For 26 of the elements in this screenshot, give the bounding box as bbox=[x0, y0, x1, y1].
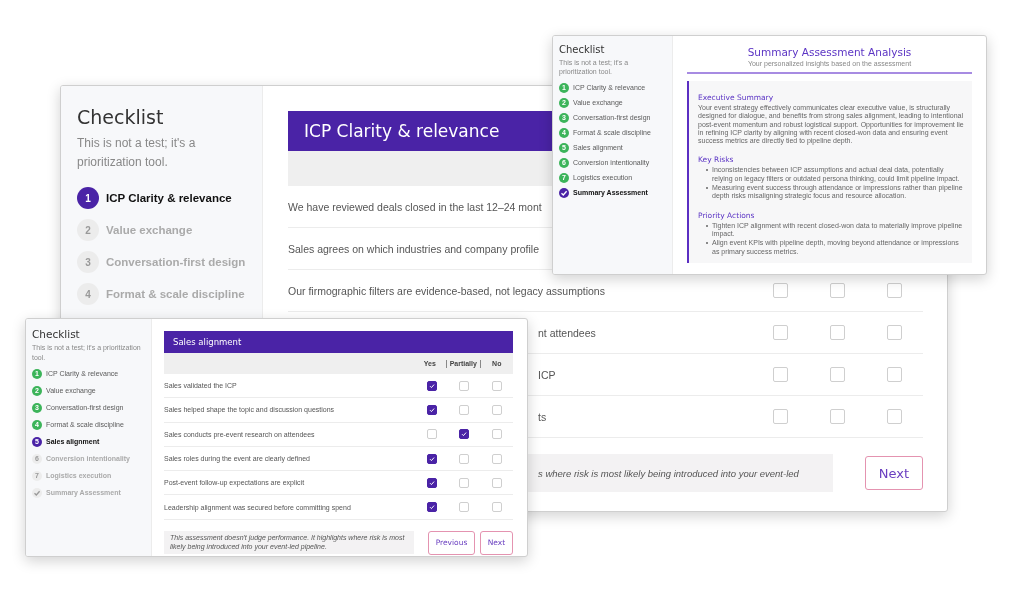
sidebar-title: Checklist bbox=[559, 44, 606, 55]
next-button[interactable]: Next bbox=[865, 456, 923, 490]
section-header: Sales alignment bbox=[164, 331, 513, 353]
checkbox[interactable] bbox=[426, 453, 437, 464]
step-number-badge: 4 bbox=[77, 283, 99, 305]
question-text: nt attendees bbox=[538, 326, 596, 339]
checkbox[interactable] bbox=[426, 477, 437, 488]
step-item[interactable]: 1 ICP Clarity & relevance bbox=[77, 187, 246, 209]
checkbox[interactable] bbox=[459, 429, 470, 440]
checkbox[interactable] bbox=[426, 404, 437, 415]
question-text: We have reviewed deals closed in the last 12–24 mont bbox=[288, 200, 542, 213]
step-number-badge: 3 bbox=[77, 251, 99, 273]
checkbox[interactable] bbox=[426, 502, 437, 513]
step-number-badge: 2 bbox=[77, 219, 99, 241]
question-text: ICP bbox=[538, 368, 556, 381]
check-icon bbox=[32, 487, 42, 498]
question-text: ts bbox=[538, 410, 547, 423]
sidebar-title: Checklist bbox=[32, 328, 81, 340]
step-number-badge: 1 bbox=[77, 187, 99, 209]
check-icon bbox=[559, 187, 569, 198]
question-text: Our firmographic filters are evidence-based, not legacy assumptions bbox=[288, 284, 605, 297]
checkbox[interactable] bbox=[426, 380, 437, 391]
sidebar-title: Checklist bbox=[77, 106, 165, 128]
question-text: Sales agrees on which industries and company profile bbox=[288, 242, 539, 255]
sidebar-subtitle: This is not a test; it's a prioritization tool. bbox=[77, 135, 197, 171]
summary-title: Summary Assessment Analysis bbox=[747, 46, 912, 58]
